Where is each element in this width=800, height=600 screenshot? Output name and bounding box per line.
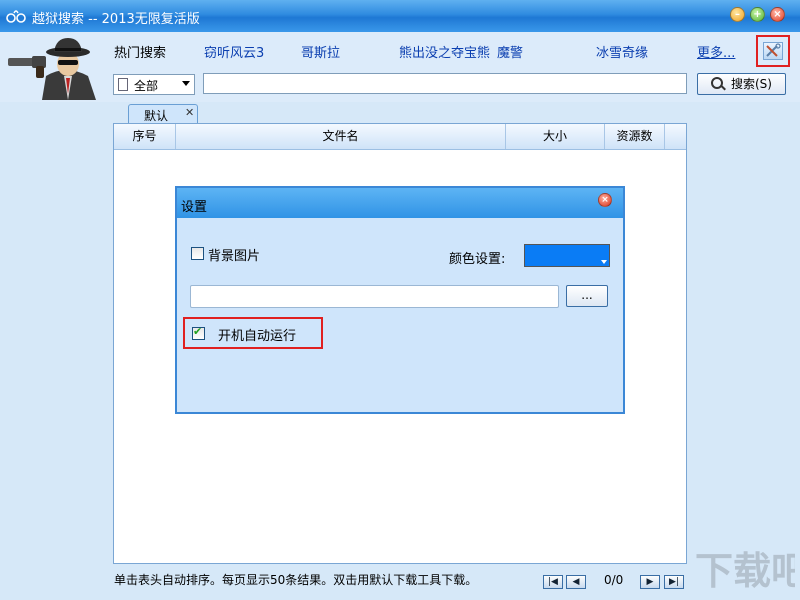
last-page-icon: ▶| <box>669 577 679 587</box>
hot-link-4[interactable]: 魔警 <box>497 42 523 61</box>
window-title: 越狱搜索 -- 2013无限复活版 <box>32 12 200 27</box>
bg-image-checkbox[interactable] <box>191 247 204 260</box>
chevron-down-icon <box>182 81 190 86</box>
hot-link-2[interactable]: 哥斯拉 <box>301 42 340 61</box>
mascot-logo <box>8 38 96 100</box>
bg-image-label: 背景图片 <box>208 249 261 264</box>
search-button-label: 搜索(S) <box>731 77 772 91</box>
column-header-sources[interactable]: 资源数 <box>605 124 665 149</box>
dialog-title: 设置 <box>181 200 208 215</box>
next-page-button[interactable]: ▶ <box>640 575 660 589</box>
search-input[interactable] <box>203 73 687 94</box>
tab-default[interactable]: 默认 ✕ <box>128 104 198 123</box>
document-icon <box>118 78 128 91</box>
hot-link-3[interactable]: 熊出没之夺宝熊 <box>399 42 490 61</box>
tools-button[interactable] <box>763 42 783 60</box>
table-header: 序号 文件名 大小 资源数 <box>114 124 686 150</box>
first-page-button[interactable]: |◀ <box>543 575 563 589</box>
next-page-icon: ▶ <box>646 577 654 587</box>
dialog-close-button[interactable]: × <box>598 193 612 207</box>
page-info: 0/0 <box>604 573 624 587</box>
minimize-button[interactable]: – <box>730 7 745 22</box>
app-window: 越狱搜索 -- 2013无限复活版 – + × 热门搜索 窃听风云3 哥斯拉 熊… <box>0 0 800 600</box>
browse-button[interactable]: ... <box>566 285 608 307</box>
search-icon <box>711 77 723 89</box>
first-page-icon: |◀ <box>548 577 558 587</box>
column-header-spacer <box>665 124 686 149</box>
status-message: 单击表头自动排序。每页显示50条结果。双击用默认下载工具下载。 <box>114 573 478 587</box>
prev-page-icon: ◀ <box>572 577 580 587</box>
tools-icon <box>766 43 781 57</box>
bg-image-path-input[interactable] <box>190 285 559 308</box>
watermark-logo: 下载吧 <box>695 549 795 593</box>
search-button[interactable]: 搜索(S) <box>697 73 786 95</box>
settings-dialog: 设置 × 背景图片 颜色设置: ... 开机自动运行 <box>175 186 625 414</box>
dialog-title-bar[interactable]: 设置 × <box>177 188 623 218</box>
minimize-icon: – <box>735 9 740 20</box>
hot-link-5[interactable]: 冰雪奇缘 <box>596 42 648 61</box>
column-header-filename[interactable]: 文件名 <box>176 124 506 149</box>
autorun-checkbox[interactable] <box>192 325 205 340</box>
tools-highlight <box>756 35 790 67</box>
autorun-label: 开机自动运行 <box>218 329 297 344</box>
column-header-index[interactable]: 序号 <box>114 124 176 149</box>
close-icon: × <box>773 9 782 20</box>
maximize-icon: + <box>753 9 762 20</box>
maximize-button[interactable]: + <box>750 7 765 22</box>
close-icon: × <box>601 195 609 205</box>
scope-value: 全部 <box>134 79 159 93</box>
prev-page-button[interactable]: ◀ <box>566 575 586 589</box>
more-link[interactable]: 更多... <box>697 42 735 61</box>
handcuffs-icon <box>6 10 26 23</box>
scope-dropdown[interactable]: 全部 <box>113 74 195 95</box>
tab-label: 默认 <box>144 109 169 123</box>
autorun-highlight: 开机自动运行 <box>183 317 323 349</box>
color-picker[interactable] <box>524 244 610 267</box>
last-page-button[interactable]: ▶| <box>664 575 684 589</box>
title-bar[interactable]: 越狱搜索 -- 2013无限复活版 – + × <box>0 0 800 32</box>
svg-text:下载吧: 下载吧 <box>695 549 795 593</box>
hot-link-1[interactable]: 窃听风云3 <box>204 42 264 61</box>
tab-close-icon[interactable]: ✕ <box>185 106 194 119</box>
close-button[interactable]: × <box>770 7 785 22</box>
hot-search-label: 热门搜索 <box>114 46 167 61</box>
column-header-size[interactable]: 大小 <box>506 124 605 149</box>
color-setting-label: 颜色设置: <box>449 252 506 267</box>
